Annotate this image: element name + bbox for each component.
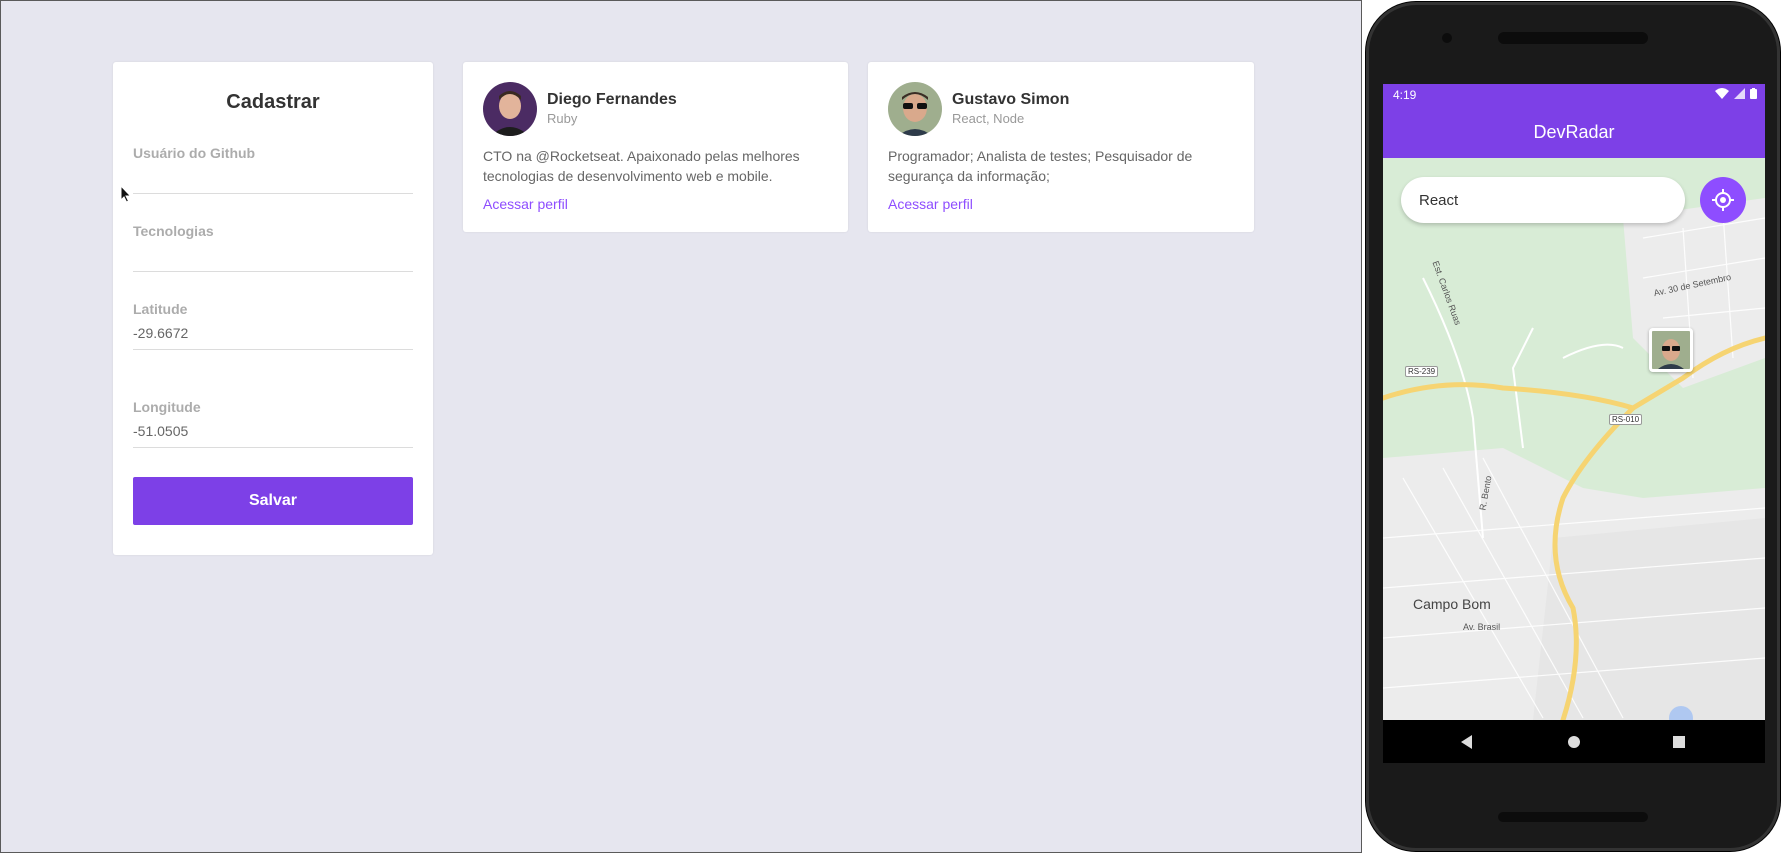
android-nav-bar <box>1383 720 1765 763</box>
dev-card: Diego Fernandes Ruby CTO na @Rocketseat.… <box>463 62 848 232</box>
github-input[interactable] <box>133 161 413 194</box>
road-badge: RS-010 <box>1609 414 1643 425</box>
dev-card: Gustavo Simon React, Node Programador; A… <box>868 62 1254 232</box>
longitude-field: Longitude <box>133 399 413 448</box>
status-bar: 4:19 <box>1383 84 1765 106</box>
phone-screen: 4:19 DevRadar React RS-239 RS-010 Est. C… <box>1383 84 1765 763</box>
dev-bio: Programador; Analista de testes; Pesquis… <box>888 148 1193 184</box>
dev-bio: CTO na @Rocketseat. Apaixonado pelas mel… <box>483 148 800 184</box>
profile-link[interactable]: Acessar perfil <box>483 196 568 212</box>
latitude-field: Latitude <box>133 301 413 350</box>
street-label: Av. Brasil <box>1463 622 1501 632</box>
road-badge: RS-239 <box>1405 366 1439 377</box>
map-view[interactable]: RS-239 RS-010 Est. Carlos Ruas Av. 30 de… <box>1383 158 1765 720</box>
techs-input[interactable] <box>133 239 413 272</box>
tech-search-input[interactable] <box>1401 177 1685 223</box>
status-time: 4:19 <box>1393 88 1417 102</box>
latitude-label: Latitude <box>133 301 188 317</box>
locate-button[interactable] <box>1700 177 1746 223</box>
recents-icon[interactable] <box>1667 730 1691 754</box>
phone-speaker <box>1498 812 1648 822</box>
avatar <box>1652 331 1690 369</box>
save-button[interactable]: Salvar <box>133 477 413 525</box>
dev-techs: React, Node <box>952 111 1025 126</box>
github-field: Usuário do Github <box>133 145 413 194</box>
status-icons <box>1714 88 1757 102</box>
city-label: Campo Bom <box>1413 596 1491 612</box>
app-title: DevRadar <box>1383 106 1765 158</box>
web-app-area: Cadastrar Usuário do Github Tecnologias … <box>0 0 1362 853</box>
wifi-icon <box>1714 88 1729 99</box>
battery-icon <box>1750 88 1757 99</box>
signal-icon <box>1733 88 1745 99</box>
longitude-input[interactable] <box>133 415 413 448</box>
my-location-icon <box>1712 189 1734 211</box>
dev-name: Gustavo Simon <box>952 91 1070 108</box>
longitude-label: Longitude <box>133 399 201 415</box>
dev-map-marker[interactable] <box>1649 328 1693 372</box>
front-camera <box>1442 33 1452 43</box>
map-tiles <box>1383 158 1765 720</box>
back-icon[interactable] <box>1455 730 1479 754</box>
form-title: Cadastrar <box>226 91 320 113</box>
techs-label: Tecnologias <box>133 223 214 239</box>
home-icon[interactable] <box>1562 730 1586 754</box>
mouse-cursor-icon <box>120 185 132 203</box>
avatar <box>888 82 942 136</box>
phone-earpiece <box>1498 32 1648 44</box>
techs-field: Tecnologias <box>133 223 413 272</box>
avatar <box>483 82 537 136</box>
register-form-card: Cadastrar Usuário do Github Tecnologias … <box>113 62 433 555</box>
dev-name: Diego Fernandes <box>547 91 677 108</box>
dev-techs: Ruby <box>547 111 578 126</box>
profile-link[interactable]: Acessar perfil <box>888 196 973 212</box>
github-label: Usuário do Github <box>133 145 256 161</box>
latitude-input[interactable] <box>133 317 413 350</box>
